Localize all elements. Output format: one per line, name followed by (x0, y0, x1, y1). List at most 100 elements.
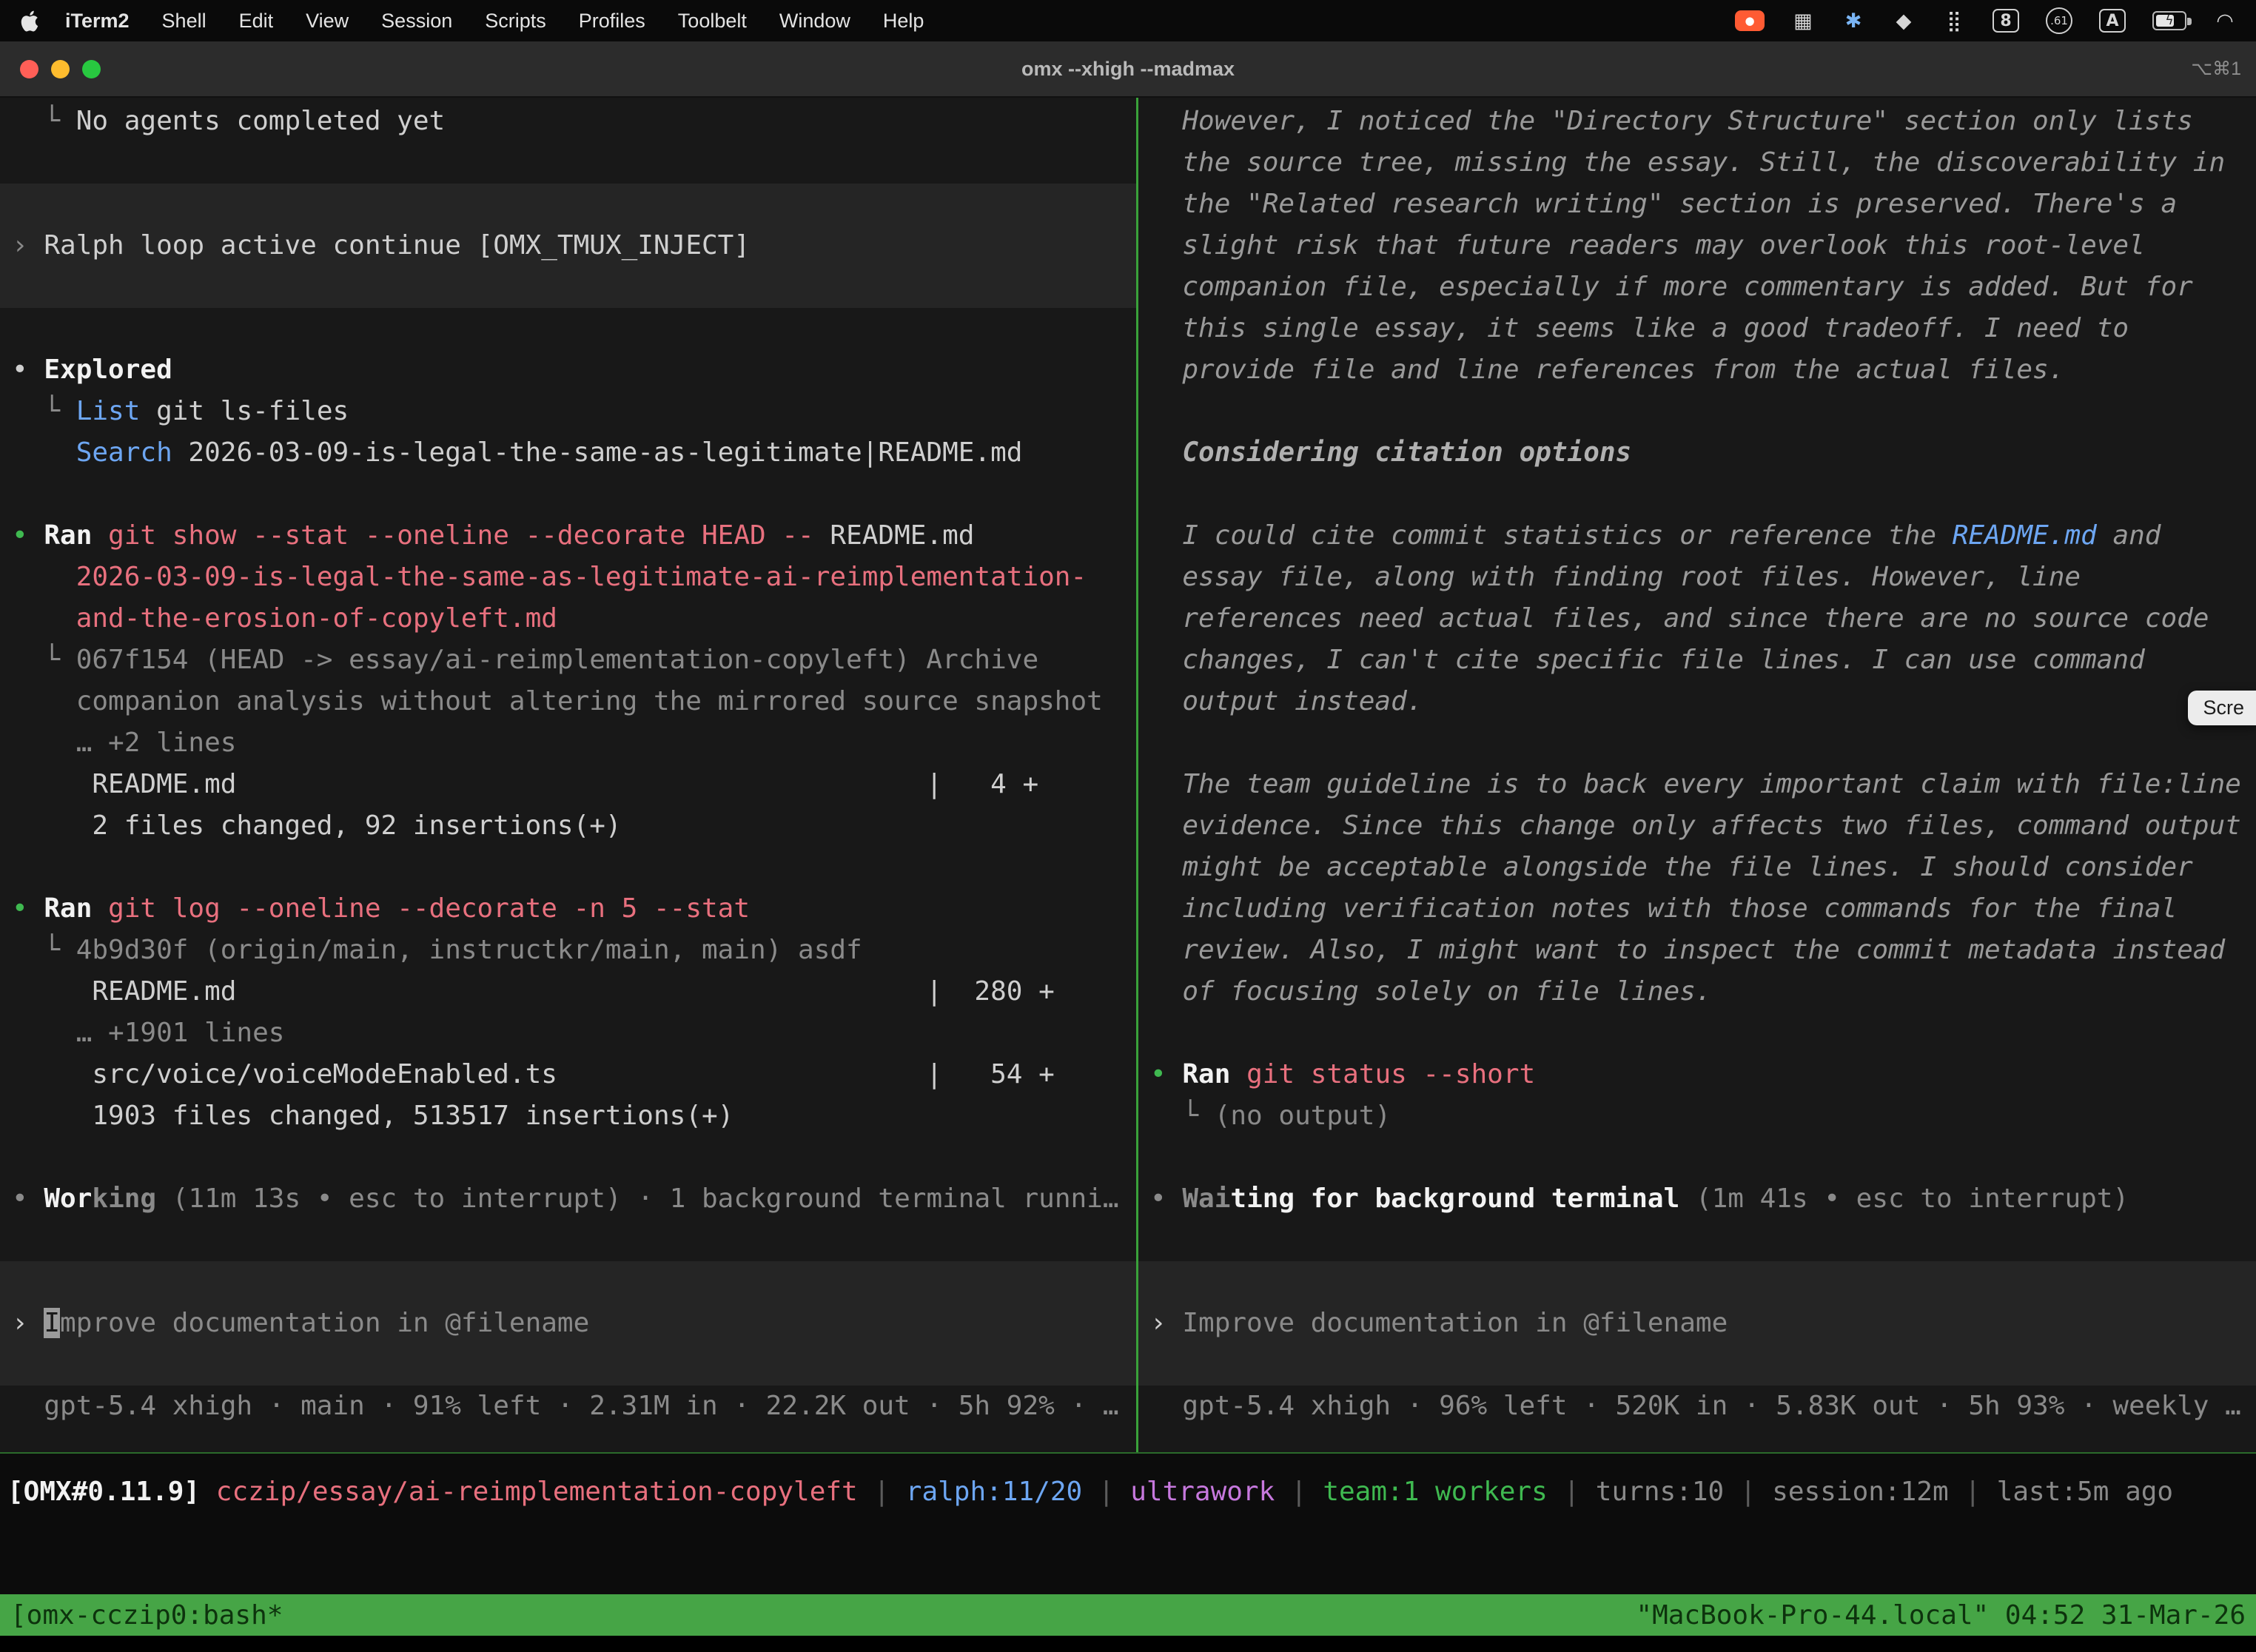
menu-item-profiles[interactable]: Profiles (563, 0, 662, 41)
terminal-line: 2 files changed, 92 insertions(+) (0, 805, 1136, 847)
shortcut-launcher-icon[interactable]: ◆ (1892, 7, 1916, 35)
right-agent-input[interactable]: › Improve documentation in @filename (1138, 1261, 2256, 1386)
minimize-button[interactable] (51, 60, 70, 78)
left-output-top: └ No agents completed yet (0, 101, 1136, 184)
terminal-line: companion file, especially if more comme… (1138, 266, 2256, 308)
menu-item-window[interactable]: Window (763, 0, 867, 41)
left-context-status-line: gpt-5.4 xhigh · main · 91% left · 2.31M … (0, 1386, 1136, 1427)
window-title: omx --xhigh --madmax (0, 58, 2256, 81)
terminal-line: └ 067f154 (HEAD -> essay/ai-reimplementa… (0, 639, 1136, 681)
left-agent-input[interactable]: › Improve documentation in @filename (0, 1261, 1136, 1386)
terminal-line: I could cite commit statistics or refere… (1138, 515, 2256, 557)
terminal-line: output instead. (1138, 681, 2256, 722)
terminal-line (1138, 1013, 2256, 1054)
menu-item-help[interactable]: Help (867, 0, 941, 41)
dots-grid-icon[interactable]: ⣿ (1942, 7, 1966, 35)
right-context-status-line: gpt-5.4 xhigh · 96% left · 520K in · 5.8… (1138, 1386, 2256, 1427)
terminal-line: └ (no output) (1138, 1095, 2256, 1137)
terminal-line: However, I noticed the "Directory Struct… (1138, 101, 2256, 142)
window-shortcut-hint: ⌥⌘1 (2191, 58, 2241, 80)
terminal-line: • Working (11m 13s • esc to interrupt) ·… (0, 1178, 1136, 1220)
screen-recording-indicator-icon[interactable]: ● (1735, 10, 1765, 31)
terminal-line (1138, 722, 2256, 764)
left-agent-input-line[interactable]: › Improve documentation in @filename (0, 1303, 1136, 1344)
terminal-line: review. Also, I might want to inspect th… (1138, 930, 2256, 971)
terminal-line: and-the-erosion-of-copyleft.md (0, 598, 1136, 639)
terminal-line: • Ran git status --short (1138, 1054, 2256, 1095)
close-button[interactable] (20, 60, 38, 78)
terminal-line: evidence. Since this change only affects… (1138, 805, 2256, 847)
terminal-line: essay file, along with finding root file… (1138, 557, 2256, 598)
terminal-line: might be acceptable alongside the file l… (1138, 847, 2256, 888)
terminal-line (0, 1220, 1136, 1261)
menu-item-toolbelt[interactable]: Toolbelt (662, 0, 763, 41)
menu-item-scripts[interactable]: Scripts (469, 0, 563, 41)
battery-icon[interactable]: ϟ (2152, 11, 2186, 30)
terminal-line (1138, 1137, 2256, 1178)
screenshot-notification[interactable]: Scre (2188, 691, 2256, 725)
terminal-line: Search 2026-03-09-is-legal-the-same-as-l… (0, 432, 1136, 474)
inject-banner: › Ralph loop active continue [OMX_TMUX_I… (0, 184, 1136, 308)
terminal-line: 2026-03-09-is-legal-the-same-as-legitima… (0, 557, 1136, 598)
terminal-line: including verification notes with those … (1138, 888, 2256, 930)
terminal-line (0, 847, 1136, 888)
keyboard-8-icon[interactable]: 8 (1993, 9, 2019, 33)
terminal-line: 1903 files changed, 513517 insertions(+) (0, 1095, 1136, 1137)
zoom-button[interactable] (82, 60, 101, 78)
terminal-line: … +2 lines (0, 722, 1136, 764)
menu-item-session[interactable]: Session (365, 0, 469, 41)
terminal-line: README.md | 280 + (0, 971, 1136, 1013)
wifi-icon[interactable]: ◠ (2213, 7, 2237, 35)
terminal-line: README.md | 4 + (0, 764, 1136, 805)
terminal-line: references need actual files, and since … (1138, 598, 2256, 639)
menu-bar: iTerm2ShellEditViewSessionScriptsProfile… (0, 0, 2256, 41)
terminal-panes: └ No agents completed yet › Ralph loop a… (0, 98, 2256, 1452)
terminal-line: • Waiting for background terminal (1m 41… (1138, 1178, 2256, 1220)
right-pane[interactable]: However, I noticed the "Directory Struct… (1138, 98, 2256, 1452)
right-output-body: However, I noticed the "Directory Struct… (1138, 101, 2256, 1261)
right-agent-input-line[interactable]: › Improve documentation in @filename (1138, 1303, 2256, 1344)
terminal-line: └ List git ls-files (0, 391, 1136, 432)
terminal-line (1138, 474, 2256, 515)
terminal-line: … +1901 lines (0, 1013, 1136, 1054)
left-pane[interactable]: └ No agents completed yet › Ralph loop a… (0, 98, 1136, 1452)
terminal-line: the "Related research writing" section i… (1138, 184, 2256, 225)
window-title-bar[interactable]: omx --xhigh --madmax ⌥⌘1 (0, 41, 2256, 98)
menu-items: iTerm2ShellEditViewSessionScriptsProfile… (49, 0, 940, 41)
terminal-line: src/voice/voiceModeEnabled.ts | 54 + (0, 1054, 1136, 1095)
apple-menu-icon[interactable] (19, 8, 41, 33)
battery-percent-icon[interactable]: .61 (2046, 7, 2072, 34)
screen: iTerm2ShellEditViewSessionScriptsProfile… (0, 0, 2256, 1652)
terminal-line: of focusing solely on file lines. (1138, 971, 2256, 1013)
tmux-session-window: [omx-cczip0:bash* (10, 1600, 283, 1631)
terminal-line: Considering citation options (1138, 432, 2256, 474)
menu-item-view[interactable]: View (289, 0, 365, 41)
menu-item-iterm2[interactable]: iTerm2 (49, 0, 146, 41)
input-source-icon[interactable]: A (2099, 9, 2126, 33)
terminal-line: slight risk that future readers may over… (1138, 225, 2256, 266)
menu-status-icons: ● ▦ ✱ ◆ ⣿ 8 .61 Aϟ ◠ (1735, 7, 2237, 35)
terminal-line: this single essay, it seems like a good … (1138, 308, 2256, 349)
terminal-line: └ 4b9d30f (origin/main, instructkr/main,… (0, 930, 1136, 971)
window-grid-icon[interactable]: ▦ (1791, 7, 1815, 35)
terminal-line: the source tree, missing the essay. Stil… (1138, 142, 2256, 184)
terminal-line (1138, 391, 2256, 432)
terminal-line (0, 142, 1136, 184)
swirl-icon[interactable]: ✱ (1842, 7, 1865, 35)
menu-item-shell[interactable]: Shell (146, 0, 223, 41)
omx-status-bar: [OMX#0.11.9] cczip/essay/ai-reimplementa… (0, 1452, 2256, 1594)
terminal-line: The team guideline is to back every impo… (1138, 764, 2256, 805)
terminal-line (1138, 1220, 2256, 1261)
terminal-line: companion analysis without altering the … (0, 681, 1136, 722)
terminal-line: └ No agents completed yet (0, 101, 1136, 142)
terminal-line: changes, I can't cite specific file line… (1138, 639, 2256, 681)
terminal-line: provide file and line references from th… (1138, 349, 2256, 391)
terminal-line: • Ran git log --oneline --decorate -n 5 … (0, 888, 1136, 930)
traffic-lights (0, 60, 101, 78)
omx-status-line: [OMX#0.11.9] cczip/essay/ai-reimplementa… (0, 1471, 2256, 1513)
terminal-line: • Ran git show --stat --oneline --decora… (0, 515, 1136, 557)
inject-banner-line: › Ralph loop active continue [OMX_TMUX_I… (0, 225, 1136, 266)
menu-item-edit[interactable]: Edit (223, 0, 290, 41)
terminal-line: • Explored (0, 349, 1136, 391)
tmux-status-bar: [omx-cczip0:bash* "MacBook-Pro-44.local"… (0, 1594, 2256, 1636)
